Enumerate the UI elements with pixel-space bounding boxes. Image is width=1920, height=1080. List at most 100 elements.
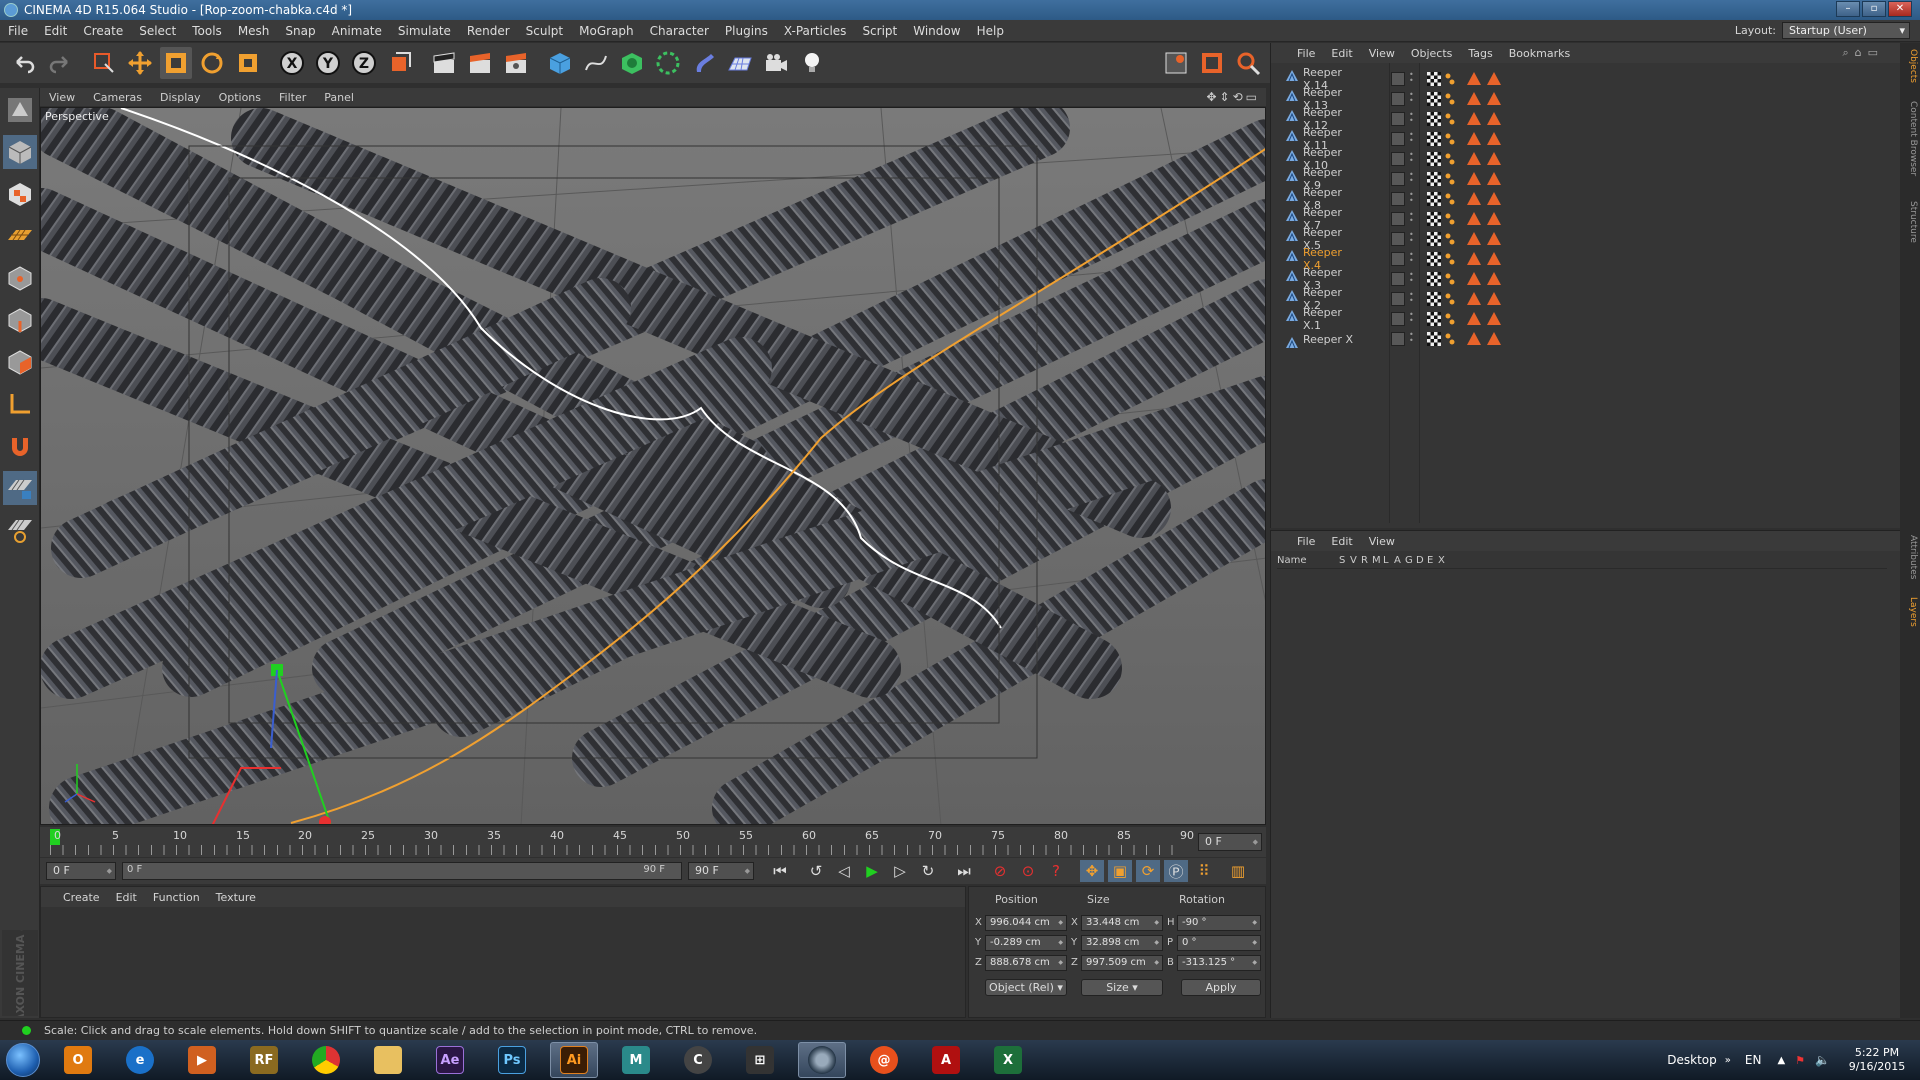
play-button[interactable]: ▶ [860, 860, 884, 882]
editable-toggle-icon[interactable] [1391, 72, 1405, 86]
size-x-field[interactable]: 33.448 cm [1081, 915, 1163, 931]
menu-edit[interactable]: Edit [36, 20, 75, 42]
menu-animate[interactable]: Animate [324, 20, 390, 42]
texture-tag-icon[interactable] [1427, 292, 1441, 306]
render-to-picture-viewer-button[interactable] [464, 47, 496, 79]
previous-frame-button[interactable]: ◁ [832, 860, 856, 882]
object-manager-search-icons[interactable]: ⌕⌂▭ [1834, 46, 1892, 60]
layer-col-render[interactable]: R [1361, 555, 1372, 566]
position-z-field[interactable]: 888.678 cm [985, 955, 1067, 971]
rotation-h-field[interactable]: -90 ° [1177, 915, 1261, 931]
volume-icon[interactable]: 🔈 [1815, 1053, 1830, 1067]
edges-mode-button[interactable] [3, 303, 37, 337]
timeline-scheme-button[interactable]: ▥ [1226, 860, 1250, 882]
minimize-button[interactable]: – [1836, 1, 1860, 17]
taskbar-after-effects[interactable]: Ae [426, 1042, 474, 1078]
position-x-field[interactable]: 996.044 cm [985, 915, 1067, 931]
menu-mesh[interactable]: Mesh [230, 20, 278, 42]
taskbar-realflow[interactable]: RF [240, 1042, 288, 1078]
taskbar-explorer[interactable] [364, 1042, 412, 1078]
warning-tag-icon[interactable] [1467, 332, 1481, 345]
warning-tag-icon-2[interactable] [1487, 212, 1501, 225]
side-tab-objects[interactable]: Objects [1902, 49, 1918, 83]
side-tab-attributes[interactable]: Attributes [1902, 535, 1918, 579]
viewport-menu-filter[interactable]: Filter [270, 91, 315, 104]
warning-tag-icon[interactable] [1467, 72, 1481, 85]
menu-simulate[interactable]: Simulate [390, 20, 459, 42]
layer-col-deformers[interactable]: D [1416, 555, 1427, 566]
taskbar-acrobat[interactable]: A [922, 1042, 970, 1078]
tray-expand-icon[interactable]: ▲ [1777, 1055, 1785, 1066]
go-to-end-button[interactable]: ⏭ [952, 860, 976, 882]
y-axis-lock-button[interactable]: Y [312, 47, 344, 79]
viewport-menu-display[interactable]: Display [151, 91, 210, 104]
texture-tag-icon[interactable] [1427, 192, 1441, 206]
rotation-p-field[interactable]: 0 ° [1177, 935, 1261, 951]
editable-toggle-icon[interactable] [1391, 192, 1405, 206]
keyframe-selection-button[interactable]: ? [1044, 860, 1068, 882]
object-row[interactable]: Reeper X.8 • • [1281, 186, 1891, 212]
texture-tag-icon[interactable] [1427, 332, 1441, 346]
interactive-render-button[interactable] [1232, 47, 1264, 79]
object-row[interactable]: Reeper X.14 • • [1281, 66, 1891, 92]
visibility-dots-icon[interactable]: • • [1409, 151, 1414, 166]
warning-tag-icon-2[interactable] [1487, 112, 1501, 125]
clock[interactable]: 5:22 PM 9/16/2015 [1842, 1046, 1912, 1074]
live-selection-button[interactable] [88, 47, 120, 79]
warning-tag-icon-2[interactable] [1487, 72, 1501, 85]
render-settings-button[interactable] [500, 47, 532, 79]
warning-tag-icon-2[interactable] [1487, 272, 1501, 285]
object-row[interactable]: Reeper X.10 • • [1281, 146, 1891, 172]
key-point-level-button[interactable]: ⠿ [1192, 860, 1216, 882]
texture-tag-icon[interactable] [1427, 72, 1441, 86]
texture-tag-icon[interactable] [1427, 132, 1441, 146]
taskbar-media-player[interactable]: ▶ [178, 1042, 226, 1078]
warning-tag-icon-2[interactable] [1487, 132, 1501, 145]
warning-tag-icon-2[interactable] [1487, 332, 1501, 345]
taskbar-chrome[interactable] [302, 1042, 350, 1078]
planar-workplane-button[interactable] [3, 513, 37, 547]
current-frame-field[interactable]: 0 F [1198, 833, 1262, 851]
layer-col-locked[interactable]: L [1383, 555, 1394, 566]
viewport-menu-options[interactable]: Options [210, 91, 270, 104]
warning-tag-icon[interactable] [1467, 212, 1481, 225]
warning-tag-icon-2[interactable] [1487, 312, 1501, 325]
warning-tag-icon-2[interactable] [1487, 92, 1501, 105]
object-menu-view[interactable]: View [1361, 47, 1403, 60]
timeline-track[interactable]: 0 5 10 15 20 25 30 35 40 45 50 55 60 65 … [50, 829, 1194, 855]
taskbar-photoshop[interactable]: Ps [488, 1042, 536, 1078]
start-frame-field[interactable]: 0 F [46, 862, 116, 880]
menu-script[interactable]: Script [854, 20, 905, 42]
light-button[interactable] [796, 47, 828, 79]
render-region-button[interactable] [1196, 47, 1228, 79]
texture-tag-icon[interactable] [1427, 172, 1441, 186]
array-button[interactable] [652, 47, 684, 79]
viewport-navigation-icons[interactable]: ✥⇕⟲▭ [1206, 90, 1260, 104]
visibility-dots-icon[interactable]: • • [1409, 271, 1414, 286]
polygons-mode-button[interactable] [3, 345, 37, 379]
object-row[interactable]: Reeper X.5 • • [1281, 226, 1891, 252]
object-menu-objects[interactable]: Objects [1403, 47, 1461, 60]
editable-toggle-icon[interactable] [1391, 252, 1405, 266]
phong-tag-icon[interactable] [1445, 152, 1455, 166]
menu-mograph[interactable]: MoGraph [571, 20, 642, 42]
side-tab-structure[interactable]: Structure [1902, 201, 1918, 243]
object-name[interactable]: Reeper X [1281, 333, 1359, 348]
object-row[interactable]: Reeper X.9 • • [1281, 166, 1891, 192]
warning-tag-icon-2[interactable] [1487, 152, 1501, 165]
rotation-b-field[interactable]: -313.125 ° [1177, 955, 1261, 971]
deformer-button[interactable] [688, 47, 720, 79]
visibility-dots-icon[interactable]: • • [1409, 231, 1414, 246]
preview-range-slider[interactable]: 0 F 90 F [122, 862, 682, 880]
action-center-icon[interactable]: ⚑ [1795, 1054, 1805, 1067]
editable-toggle-icon[interactable] [1391, 172, 1405, 186]
taskbar-houdini[interactable]: @ [860, 1042, 908, 1078]
viewport-menu-panel[interactable]: Panel [315, 91, 363, 104]
floor-button[interactable] [724, 47, 756, 79]
visibility-dots-icon[interactable]: • • [1409, 91, 1414, 106]
make-editable-button[interactable] [3, 93, 37, 127]
spline-pen-button[interactable] [580, 47, 612, 79]
visibility-dots-icon[interactable]: • • [1409, 211, 1414, 226]
editable-toggle-icon[interactable] [1391, 132, 1405, 146]
editable-toggle-icon[interactable] [1391, 332, 1405, 346]
